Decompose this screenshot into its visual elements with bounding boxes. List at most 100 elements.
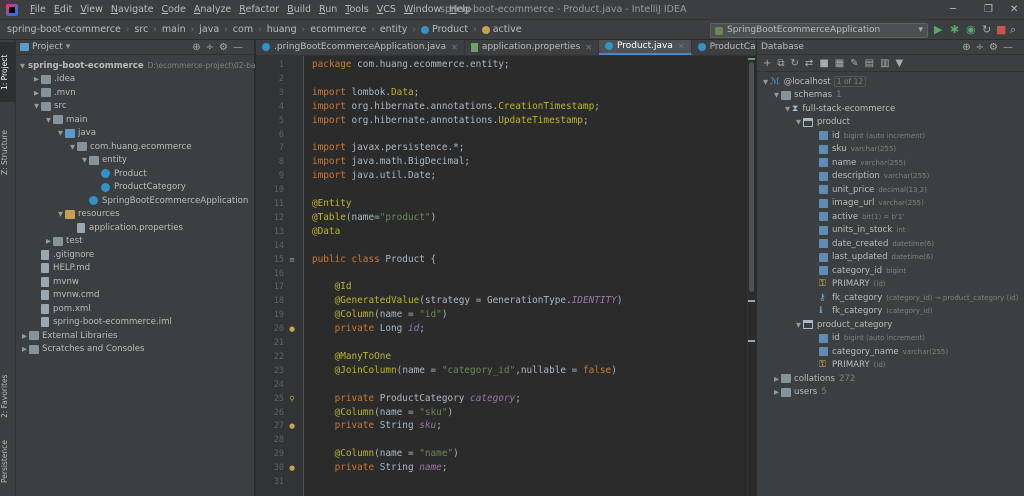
tree-item[interactable]: ProductCategory [16, 181, 254, 195]
tree-item[interactable]: pom.xml [16, 302, 254, 316]
chevron-down-icon[interactable]: ▼ [794, 118, 803, 126]
breadcrumb-item[interactable]: huang [264, 24, 300, 35]
breadcrumb-item[interactable]: active [479, 24, 525, 35]
close-icon[interactable]: ✕ [1010, 0, 1018, 20]
tree-item[interactable]: ▼ entity [16, 154, 254, 168]
menu-analyze[interactable]: Analyze [190, 0, 235, 20]
chevron-right-icon[interactable]: ▶ [20, 345, 29, 353]
search-icon[interactable]: ⌕ [1010, 22, 1016, 38]
menu-file[interactable]: File [26, 0, 50, 20]
chevron-down-icon[interactable]: ▾ [66, 42, 71, 52]
breadcrumb-item[interactable]: java [196, 24, 222, 35]
chevron-right-icon[interactable]: ▶ [772, 388, 781, 396]
tab-product-java[interactable]: Product.java ✕ [598, 40, 692, 55]
tree-item[interactable]: ▶ External Libraries [16, 329, 254, 343]
chevron-down-icon[interactable]: ▼ [56, 129, 65, 137]
chevron-right-icon[interactable]: ▶ [32, 89, 41, 97]
tree-item[interactable]: spring-boot-ecommerce.iml [16, 316, 254, 330]
breadcrumb-item[interactable]: ecommerce [307, 24, 369, 35]
breadcrumb-item[interactable]: com [230, 24, 256, 35]
scroll-marker[interactable] [748, 340, 755, 342]
db-column-row[interactable]: active bit(1) = b'1' [757, 210, 1024, 224]
tab--pringbootecommerceapplication-java[interactable]: .pringBootEcommerceApplication.java ✕ [256, 40, 465, 55]
db-column-row[interactable]: ⚿ PRIMARY (id) [757, 278, 1024, 292]
db-column-row[interactable]: ℹ fk_category (category_id) [757, 305, 1024, 319]
minimize-icon[interactable]: ─ [950, 0, 956, 20]
close-tab-icon[interactable]: ✕ [678, 42, 685, 51]
profile-icon[interactable]: ↻ [982, 22, 991, 38]
menu-window[interactable]: Window [400, 0, 445, 20]
tree-item[interactable]: ▼ com.huang.ecommerce [16, 140, 254, 154]
db-column-row[interactable]: ⚷ fk_category (category_id) → product_cate… [757, 291, 1024, 305]
tab-structure[interactable]: Z: Structure [0, 118, 16, 188]
db-column-row[interactable]: unit_price decimal(13,2) [757, 183, 1024, 197]
restore-icon[interactable]: ❐ [984, 0, 993, 20]
chevron-right-icon[interactable]: ▶ [44, 237, 53, 245]
table-editor-icon[interactable]: ▦ [835, 58, 850, 69]
stop-icon[interactable]: ■ [996, 22, 1006, 38]
gear-icon[interactable]: ⚙ [989, 42, 1003, 53]
menu-edit[interactable]: Edit [50, 0, 76, 20]
tree-item[interactable]: SpringBootEcommerceApplication [16, 194, 254, 208]
db-schema-row[interactable]: ▼ ⧗ full-stack-ecommerce [757, 102, 1024, 116]
db-column-row[interactable]: id bigint (auto increment) [757, 332, 1024, 346]
chevron-down-icon[interactable]: ▼ [80, 156, 89, 164]
project-panel-title[interactable]: Project [32, 42, 63, 52]
chevron-down-icon[interactable]: ▼ [761, 78, 770, 86]
tree-item[interactable]: ▶ .mvn [16, 86, 254, 100]
db-column-row[interactable]: last_updated datetime(6) [757, 251, 1024, 265]
chevron-down-icon[interactable]: ▼ [20, 62, 25, 70]
chevron-down-icon[interactable]: ▼ [68, 143, 77, 151]
tree-item[interactable]: ▼ spring-boot-ecommerce D:\ecommerce-proje… [16, 59, 273, 73]
tree-item[interactable]: ▶ Scratches and Consoles [16, 343, 254, 357]
tab-favorites[interactable]: 2: Favorites [0, 368, 16, 424]
filter-icon[interactable]: ▼ [896, 58, 910, 69]
menu-refactor[interactable]: Refactor [235, 0, 283, 20]
menu-vcs[interactable]: VCS [373, 0, 400, 20]
tab-productcategory-java[interactable]: ProductCategory.java✕ [692, 40, 756, 55]
tree-item[interactable]: application.properties [16, 221, 254, 235]
breadcrumb-item[interactable]: spring-boot-ecommerce [4, 24, 124, 35]
gutter-marker-icon[interactable]: ⚲ [287, 394, 297, 404]
gutter-marker-icon[interactable]: ≡ [287, 255, 297, 265]
db-host-row[interactable]: ▼ ℳ @localhost 1 of 12 [757, 75, 1024, 89]
tree-item[interactable]: Product [16, 167, 254, 181]
hide-icon[interactable]: — [1003, 42, 1018, 53]
code-editor[interactable]: package com.huang.ecommerce.entity; impor… [305, 56, 747, 496]
db-table-row[interactable]: ▼ product_category [757, 318, 1024, 332]
chevron-right-icon[interactable]: ▶ [772, 375, 781, 383]
tab-persistence[interactable]: Persistence [0, 432, 16, 492]
db-folder-row[interactable]: ▶ users 5 [757, 386, 1024, 400]
db-column-row[interactable]: category_id bigint [757, 264, 1024, 278]
stop-icon[interactable]: ■ [819, 58, 834, 69]
chevron-down-icon[interactable]: ▼ [32, 102, 41, 110]
db-column-row[interactable]: ⚿ PRIMARY (id) [757, 359, 1024, 373]
copy-icon[interactable]: ⧉ [777, 58, 790, 69]
coverage-icon[interactable]: ◉ [966, 22, 976, 38]
refresh-icon[interactable]: ↻ [791, 58, 805, 69]
db-column-row[interactable]: category_name varchar(255) [757, 345, 1024, 359]
breadcrumb-item[interactable]: Product [418, 24, 471, 35]
db-column-row[interactable]: units_in_stock int [757, 224, 1024, 238]
db-table-row[interactable]: ▼ product [757, 116, 1024, 130]
gear-icon[interactable]: ⚙ [219, 42, 233, 53]
locate-icon[interactable]: ⊕ [962, 42, 975, 53]
tree-item[interactable]: ▶ test [16, 235, 254, 249]
db-column-row[interactable]: id bigint (auto increment) [757, 129, 1024, 143]
db-column-row[interactable]: sku varchar(255) [757, 143, 1024, 157]
run-configuration-select[interactable]: SpringBootEcommerceApplication ▾ [710, 23, 928, 38]
db-column-row[interactable]: description varchar(255) [757, 170, 1024, 184]
db-column-row[interactable]: image_url varchar(255) [757, 197, 1024, 211]
menu-run[interactable]: Run [315, 0, 341, 20]
debug-icon[interactable]: ✱ [950, 22, 959, 38]
close-tab-icon[interactable]: ✕ [451, 43, 458, 52]
edit-icon[interactable]: ✎ [850, 58, 864, 69]
chevron-down-icon[interactable]: ▼ [44, 116, 53, 124]
breadcrumb-item[interactable]: main [159, 24, 189, 35]
tree-item[interactable]: .gitignore [16, 248, 254, 262]
menu-code[interactable]: Code [158, 0, 190, 20]
tab-application-properties[interactable]: application.properties ✕ [465, 40, 599, 55]
tree-item[interactable]: HELP.md [16, 262, 254, 276]
console-icon[interactable]: ▤ [865, 58, 880, 69]
database-panel-actions[interactable]: ⊕÷⚙— [962, 40, 1018, 55]
